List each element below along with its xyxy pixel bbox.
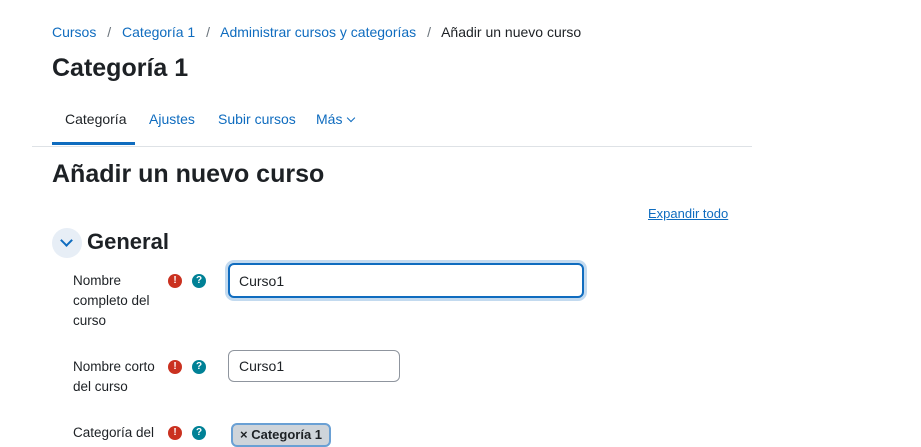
fullname-label-line: curso xyxy=(73,313,107,328)
tab-subir-cursos[interactable]: Subir cursos xyxy=(218,111,296,127)
shortname-label: Nombre corto del curso xyxy=(73,357,155,397)
fullname-label-line: completo del xyxy=(73,293,150,308)
chevron-down-icon xyxy=(347,113,356,123)
tab-ajustes[interactable]: Ajustes xyxy=(149,111,195,127)
page-title: Categoría 1 xyxy=(52,54,189,82)
secondary-navigation: Categoría Ajustes Subir cursos Más xyxy=(32,104,752,147)
breadcrumb: Cursos / Categoría 1 / Administrar curso… xyxy=(52,24,581,40)
remove-icon[interactable]: × xyxy=(240,427,248,442)
category-label: Categoría del xyxy=(73,423,154,443)
tab-mas-label: Más xyxy=(316,111,343,127)
breadcrumb-separator: / xyxy=(427,24,431,40)
help-icon[interactable]: ? xyxy=(192,360,206,374)
breadcrumb-link-administrar[interactable]: Administrar cursos y categorías xyxy=(220,24,416,40)
category-chip[interactable]: × Categoría 1 xyxy=(231,423,332,447)
shortname-label-line: Nombre corto xyxy=(73,359,155,374)
breadcrumb-separator: / xyxy=(206,24,210,40)
breadcrumb-separator: / xyxy=(107,24,112,40)
expand-all-link[interactable]: Expandir todo xyxy=(648,206,728,221)
breadcrumb-current: Añadir un nuevo curso xyxy=(441,24,582,40)
breadcrumb-link-cursos[interactable]: Cursos xyxy=(52,24,96,40)
required-icon: ! xyxy=(168,426,182,440)
category-label-line: Categoría del xyxy=(73,425,155,440)
tab-categoria[interactable]: Categoría xyxy=(65,111,126,127)
section-collapse-button[interactable] xyxy=(52,228,82,258)
tab-mas[interactable]: Más xyxy=(316,111,356,127)
fullname-input[interactable] xyxy=(228,263,584,298)
active-tab-indicator xyxy=(52,142,135,145)
required-icon: ! xyxy=(168,274,182,288)
chevron-down-icon xyxy=(60,234,73,247)
form-title: Añadir un nuevo curso xyxy=(52,160,325,188)
fullname-label: Nombre completo del curso xyxy=(73,271,150,331)
shortname-input[interactable] xyxy=(228,350,400,382)
section-title: General xyxy=(87,229,169,254)
required-icon: ! xyxy=(168,360,182,374)
breadcrumb-link-categoria[interactable]: Categoría 1 xyxy=(122,24,195,40)
category-chip-label: Categoría 1 xyxy=(251,427,323,442)
shortname-label-line: del curso xyxy=(73,379,128,394)
help-icon[interactable]: ? xyxy=(192,426,206,440)
fullname-label-line: Nombre xyxy=(73,273,122,288)
help-icon[interactable]: ? xyxy=(192,274,206,288)
